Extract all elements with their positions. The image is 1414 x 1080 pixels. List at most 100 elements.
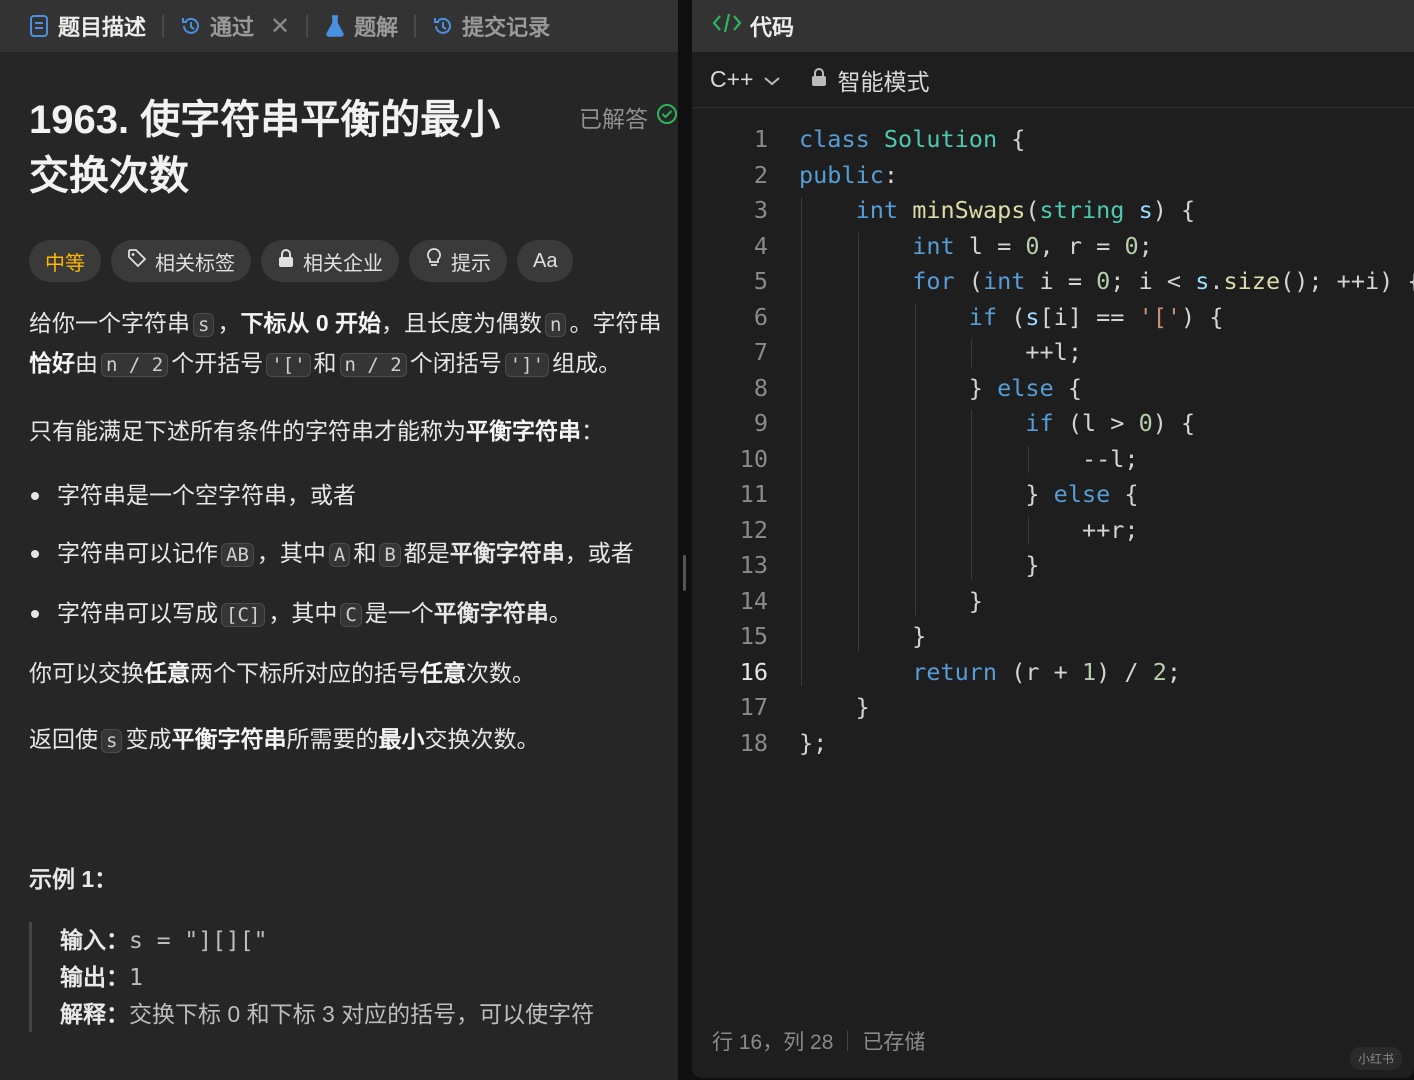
output-label: 输出： — [60, 964, 129, 990]
inline-code: C — [340, 603, 362, 627]
text: 是一个 — [364, 600, 434, 626]
indent-guide — [971, 410, 973, 580]
check-circle-icon — [656, 103, 678, 131]
line-number: 1 — [753, 125, 768, 153]
line-number: 2 — [753, 160, 768, 189]
description-paragraph: 只有能满足下述所有条件的字符串才能称为平衡字符串： — [29, 412, 669, 450]
line-number: 6 — [753, 302, 768, 331]
tab-description[interactable]: 题目描述 — [24, 10, 150, 42]
history-icon — [180, 15, 202, 37]
bold-text: 平衡字符串 — [433, 600, 549, 626]
line-number: 14 — [739, 586, 768, 615]
related-tags-button[interactable]: 相关标签 — [111, 240, 251, 282]
code-tabs: 代码 — [692, 0, 1414, 52]
close-icon[interactable]: ✕ — [270, 12, 290, 41]
text: 个闭括号 — [409, 350, 502, 376]
line-number: 12 — [739, 515, 768, 544]
code-icon — [712, 12, 742, 40]
inline-code: ']' — [504, 353, 550, 377]
text: 和 — [353, 540, 377, 566]
tab-solutions[interactable]: 题解 — [320, 10, 402, 42]
code-text: public: — [799, 160, 899, 189]
code-text: } else { — [799, 480, 1139, 508]
inline-code: n — [545, 313, 567, 337]
text: 。 — [548, 600, 572, 626]
solved-label: 已解答 — [579, 106, 648, 132]
description-paragraph: 你可以交换任意两个下标所对应的括号任意次数。 — [29, 654, 669, 692]
code-text: class Solution { — [799, 125, 1026, 153]
tab-code-label[interactable]: 代码 — [750, 10, 794, 42]
explain-value: 交换下标 0 和下标 3 对应的括号，可以使字符 — [129, 1001, 595, 1027]
indent-guide — [914, 303, 916, 615]
status-divider — [847, 1031, 849, 1051]
document-icon — [28, 15, 50, 37]
panel-resizer[interactable] — [678, 0, 692, 1080]
code-text: }; — [799, 728, 828, 757]
code-text: int l = 0, r = 0; — [912, 231, 1153, 260]
line-number: 18 — [739, 728, 768, 757]
inline-code: B — [379, 543, 401, 567]
line-number: 17 — [739, 693, 768, 721]
code-line[interactable]: 17 } — [692, 690, 1414, 726]
cursor-position: 行 16，列 28 — [712, 1031, 834, 1054]
tab-passed-label: 通过 — [210, 15, 255, 40]
problem-title: 1963. 使字符串平衡的最小交换次数 — [29, 98, 501, 198]
description-paragraph: 返回使 s 变成平衡字符串所需要的最小交换次数。 — [29, 720, 669, 760]
hint-button[interactable]: 提示 — [409, 240, 507, 282]
smart-mode-toggle[interactable]: 智能模式 — [811, 63, 929, 97]
language-select[interactable]: C++ — [710, 66, 781, 93]
inline-code: [C] — [221, 603, 266, 627]
tab-separator — [162, 15, 165, 37]
code-text: if (s[i] == '[') { — [968, 302, 1224, 331]
tag-icon — [127, 248, 147, 274]
watermark: 小红书 — [1349, 1047, 1402, 1070]
inline-code: A — [328, 543, 351, 567]
line-number: 5 — [753, 267, 768, 295]
chevron-down-icon — [763, 66, 781, 93]
text: 变成 — [125, 726, 172, 752]
tab-separator — [414, 15, 417, 37]
code-text: } — [799, 551, 1040, 579]
indent-guide — [971, 339, 973, 367]
input-label: 输入： — [60, 927, 129, 953]
flask-icon — [324, 15, 346, 37]
code-text: --l; — [799, 444, 1139, 473]
save-status: 已存储 — [862, 1031, 926, 1054]
line-number: 16 — [739, 657, 768, 686]
tab-passed[interactable]: 通过 ✕ — [176, 10, 294, 42]
bold-text: 平衡字符串 — [466, 418, 581, 444]
inline-code: s — [193, 313, 215, 337]
tab-submissions[interactable]: 提交记录 — [428, 10, 554, 42]
font-toggle-button[interactable]: Aa — [517, 240, 574, 282]
line-number: 7 — [753, 338, 768, 366]
line-number: 8 — [753, 373, 768, 402]
code-line[interactable]: 2 public: — [692, 158, 1414, 194]
text: 都是 — [403, 540, 450, 566]
list-item: 字符串可以记作 AB ，其中 A 和 B 都是平衡字符串，或者 — [29, 534, 669, 574]
bold-text: 最小 — [378, 726, 425, 752]
line-number: 11 — [739, 480, 768, 508]
example-block: 输入：s = "][][" 输出：1 解释：交换下标 0 和下标 3 对应的括号… — [29, 922, 650, 1032]
text: 。字符串 — [569, 310, 662, 336]
resize-grip[interactable] — [683, 555, 686, 591]
text: 字符串是一个空字符串，或者 — [57, 482, 356, 508]
input-value: s = "][][" — [129, 928, 268, 954]
text: 所需要的 — [286, 726, 379, 752]
bold-text: 恰好 — [29, 350, 75, 376]
mode-label: 智能模式 — [837, 68, 930, 95]
text: ，其中 — [256, 540, 326, 566]
code-line[interactable]: 1 class Solution { — [692, 122, 1414, 158]
code-line[interactable]: 18}; — [692, 726, 1414, 762]
text: 只有能满足下述所有条件的字符串才能称为 — [29, 418, 466, 444]
code-editor[interactable]: 1 class Solution {2 public: 3 int minSwaps(… — [692, 122, 1414, 761]
difficulty-badge: 中等 — [29, 240, 101, 282]
code-text: int minSwaps(string s) { — [855, 196, 1196, 224]
example-input: 输入：s = "][][" — [60, 922, 650, 959]
indent-guide — [1028, 445, 1030, 473]
language-label: C++ — [710, 66, 754, 92]
related-companies-button[interactable]: 相关企业 — [261, 240, 399, 282]
code-text: ++l; — [799, 338, 1082, 366]
bold-text: 下标从 0 开始 — [240, 310, 382, 336]
inline-code: n / 2 — [101, 353, 169, 377]
output-value: 1 — [129, 965, 143, 991]
